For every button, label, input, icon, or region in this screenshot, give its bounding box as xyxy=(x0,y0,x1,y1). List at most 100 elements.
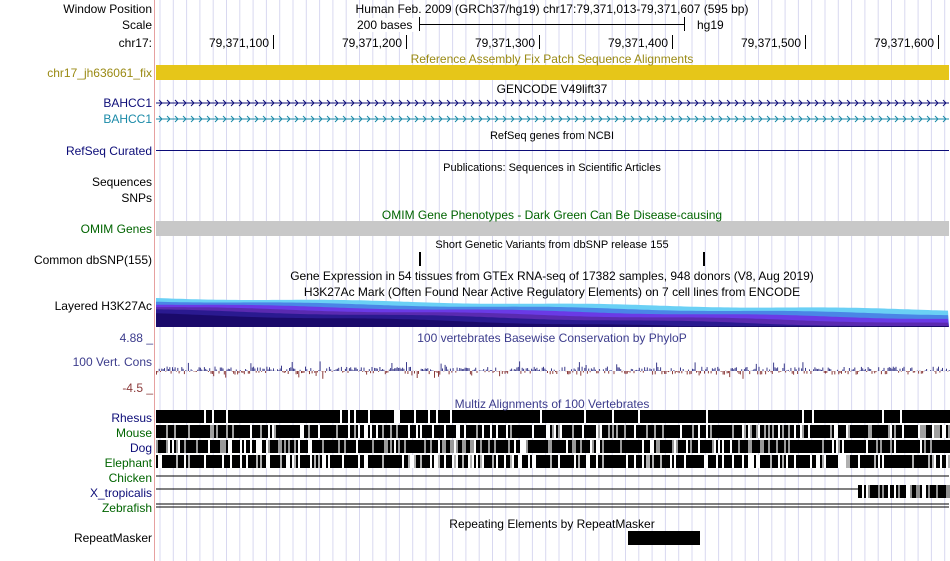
phylop-bar xyxy=(444,364,446,371)
elephant-alignment xyxy=(202,455,204,468)
elephant-alignment xyxy=(332,455,334,468)
rhesus-alignment xyxy=(362,410,364,423)
rhesus-alignment xyxy=(718,410,720,423)
mouse-alignment xyxy=(282,425,284,438)
phylop-bar xyxy=(362,371,364,372)
phylop-bar xyxy=(814,367,816,371)
ruler-tick xyxy=(406,35,407,49)
multiz-title: Multiz Alignments of 100 Vertebrates xyxy=(454,397,650,411)
h3k27ac-label[interactable]: Layered H3K27Ac xyxy=(55,299,152,313)
phylop-bar xyxy=(564,366,566,371)
dog-alignment xyxy=(348,440,350,453)
rhesus-alignment xyxy=(504,410,506,423)
phylop-bar xyxy=(938,366,939,371)
elephant-alignment xyxy=(194,455,196,468)
mouse-alignment xyxy=(170,425,172,438)
phylop-bar xyxy=(762,369,764,371)
rhesus-alignment xyxy=(794,410,796,423)
mouse-alignment xyxy=(204,425,206,438)
h3k27ac-signal[interactable] xyxy=(156,298,949,327)
x-tropicalis-alignment xyxy=(862,485,864,498)
gencode-transcript-2[interactable] xyxy=(156,113,949,125)
chicken-label[interactable]: Chicken xyxy=(109,471,152,485)
refseq-gene-line[interactable] xyxy=(156,150,949,151)
dog-alignment xyxy=(712,440,714,453)
phylop-bar xyxy=(516,367,518,371)
rhesus-label[interactable]: Rhesus xyxy=(111,411,152,425)
phylop-bar xyxy=(710,371,712,374)
elephant-alignment xyxy=(510,455,512,468)
ruler-tick-label: 79,371,500 xyxy=(740,36,801,50)
rhesus-alignment xyxy=(502,410,504,423)
fix-patch-label[interactable]: chr17_jh636061_fix xyxy=(47,66,152,80)
phylop-bar xyxy=(813,369,814,371)
refseq-label[interactable]: RefSeq Curated xyxy=(66,144,152,158)
elephant-alignment xyxy=(884,455,886,468)
elephant-alignment xyxy=(752,455,754,468)
dbsnp-label[interactable]: Common dbSNP(155) xyxy=(34,253,152,267)
elephant-alignment xyxy=(688,455,690,468)
phylop-bar xyxy=(201,369,203,371)
gencode-label-1[interactable]: BAHCC1 xyxy=(103,96,152,110)
phylop-bar xyxy=(234,371,236,375)
dog-label[interactable]: Dog xyxy=(130,441,152,455)
elephant-alignment xyxy=(910,455,912,468)
elephant-alignment xyxy=(362,455,364,468)
omim-gene-bar[interactable] xyxy=(156,221,949,236)
dog-alignment xyxy=(790,440,792,453)
repeatmasker-label[interactable]: RepeatMasker xyxy=(74,531,152,545)
rhesus-alignment xyxy=(286,410,288,423)
elephant-alignment xyxy=(788,455,790,468)
snp-marker[interactable] xyxy=(703,252,705,266)
rhesus-alignment xyxy=(634,410,636,423)
gencode-transcript-1[interactable] xyxy=(156,97,949,109)
phylop-bar xyxy=(597,371,599,374)
dog-alignment xyxy=(672,440,674,453)
rhesus-alignment xyxy=(738,410,740,423)
elephant-alignment xyxy=(400,455,402,468)
zebrafish-label[interactable]: Zebrafish xyxy=(102,501,152,515)
mouse-alignment xyxy=(628,425,630,438)
rhesus-alignment xyxy=(506,410,508,423)
elephant-label[interactable]: Elephant xyxy=(105,456,152,470)
phylop-bar xyxy=(653,368,655,371)
dog-alignment xyxy=(910,440,912,453)
dog-alignment xyxy=(574,440,576,453)
phylop-bar xyxy=(451,371,453,373)
phylop-bar xyxy=(580,371,582,376)
cons-label[interactable]: 100 Vert. Cons xyxy=(73,355,152,369)
repeat-element[interactable] xyxy=(628,531,700,545)
elephant-alignment xyxy=(162,455,164,468)
multiz-alignment-rows[interactable] xyxy=(156,410,950,514)
elephant-alignment xyxy=(490,455,492,468)
dog-alignment xyxy=(202,440,204,453)
elephant-alignment xyxy=(838,455,840,468)
dog-alignment xyxy=(336,440,338,453)
phylop-signal[interactable] xyxy=(156,346,950,396)
elephant-alignment xyxy=(300,455,302,468)
sequences-label[interactable]: Sequences xyxy=(92,175,152,189)
omim-label[interactable]: OMIM Genes xyxy=(81,222,152,236)
x-tropicalis-alignment xyxy=(914,485,916,498)
rhesus-alignment xyxy=(788,410,790,423)
snp-marker[interactable] xyxy=(419,252,421,266)
x-tropicalis-alignment xyxy=(900,485,902,498)
elephant-alignment xyxy=(264,455,266,468)
rhesus-alignment xyxy=(800,410,802,423)
mouse-alignment xyxy=(762,425,764,438)
rhesus-alignment xyxy=(334,410,336,423)
mouse-label[interactable]: Mouse xyxy=(116,426,152,440)
dog-alignment xyxy=(320,440,322,453)
elephant-alignment xyxy=(274,455,276,468)
mouse-alignment xyxy=(224,425,226,438)
snps-label[interactable]: SNPs xyxy=(121,191,152,205)
x-tropicalis-label[interactable]: X_tropicalis xyxy=(90,486,152,500)
gencode-label-2[interactable]: BAHCC1 xyxy=(103,112,152,126)
elephant-alignment xyxy=(230,455,232,468)
dog-alignment xyxy=(714,440,716,453)
phylop-bar xyxy=(230,367,232,371)
dog-alignment xyxy=(296,440,298,453)
elephant-alignment xyxy=(672,455,674,468)
fix-patch-alignment[interactable] xyxy=(156,65,949,80)
dog-alignment xyxy=(770,440,772,453)
